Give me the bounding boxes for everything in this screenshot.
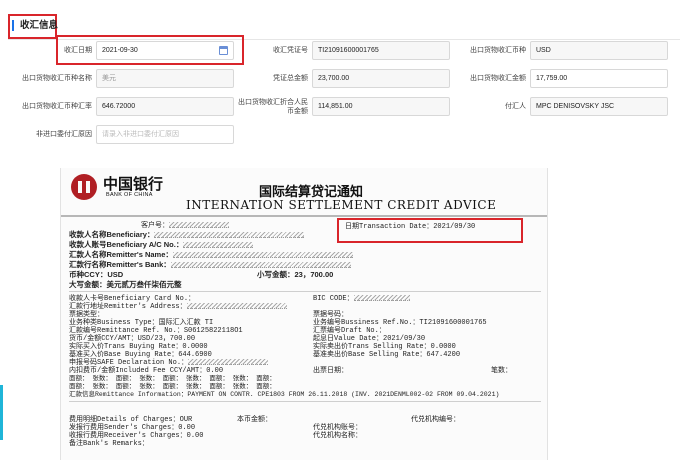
denomination-row-1: 面额： 张数： 面额： 张数： 面额： 张数： 面额： 张数： 面额： xyxy=(69,375,276,382)
remittance-ref-no: 汇款编号Remittance Ref. No.：S06125822118O1 xyxy=(69,327,243,335)
bank-name-cn: 中国银行 xyxy=(103,175,164,193)
rmb-amount-label: 出口货物收汇折合人民币金额 xyxy=(238,99,308,115)
customer-no: 客户号： xyxy=(141,222,229,230)
bank-of-china-logo-icon xyxy=(71,174,97,200)
agent-account: 代兑机构账号： xyxy=(313,424,362,432)
currency-amount: 货币/金额CCY/AMT：USD/23，700.00 xyxy=(69,335,196,343)
card-no: 收款人卡号Beneficiary Card No.： xyxy=(69,295,196,303)
base-selling-rate: 基准卖出价Base Selling Rate：647.4200 xyxy=(313,351,461,359)
beneficiary: 收款人名称Beneficiary： xyxy=(69,231,305,239)
highlight-box-transaction-date xyxy=(337,218,523,243)
agent-name: 代兑机构名称： xyxy=(313,432,362,440)
rmb-amount-field[interactable]: 114,851.00 xyxy=(312,97,450,116)
issue-date: 出票日期： xyxy=(313,367,348,375)
receiver-charges: 收报行费用Receiver's Charges：0.00 xyxy=(69,432,204,440)
currency-name-label: 出口货物收汇币种名称 xyxy=(22,75,92,82)
remittance-information: 汇款信息Remittance Information：PAYMENT ON CO… xyxy=(69,391,500,398)
sender-charges: 发报行费用Sender's Charges：0.00 xyxy=(69,424,196,432)
remitter-name: 汇款人名称Remitter's Name： xyxy=(69,251,353,259)
separator-2 xyxy=(69,401,541,402)
business-type: 业务种类Business Type：国际汇入汇款 TI xyxy=(69,319,214,327)
payer-label: 付汇人 xyxy=(505,103,526,110)
rate-field[interactable]: 646.72000 xyxy=(96,97,234,116)
voucher-total-field[interactable]: 23,700.00 xyxy=(312,69,450,88)
currency-ccy: 币种CCY：USD xyxy=(69,270,124,279)
beneficiary-account: 收款人账号Beneficiary A/C No.： xyxy=(69,241,254,249)
value-date: 起息日Value Date：2021/09/30 xyxy=(313,335,426,343)
bank-remarks: 备注Bank's Remarks： xyxy=(69,440,149,448)
bill-no: 票据号码： xyxy=(313,311,348,319)
voucher-no-label: 收汇凭证号 xyxy=(273,47,308,54)
bank-name-en: BANK OF CHINA xyxy=(106,192,153,198)
details-of-charges: 费用明细Details of Charges：OUR xyxy=(69,416,193,424)
export-amount-input[interactable]: 17,759.00 xyxy=(530,69,668,88)
credit-advice-document: 中国银行 BANK OF CHINA 国际结算贷记通知 INTERNATION … xyxy=(60,168,548,460)
bill-type: 票据类型： xyxy=(69,311,104,319)
non-remit-reason-label: 非进口委付汇原因 xyxy=(36,131,92,138)
document-rule xyxy=(61,215,547,217)
base-buying-rate: 基准买入价Base Buying Rate：644.6900 xyxy=(69,351,212,359)
remitter-address: 汇款行地址Remitter's Address： xyxy=(69,303,287,311)
non-remit-reason-input[interactable]: 请录入非进口委付汇原因 xyxy=(96,125,234,144)
remitter-bank: 汇款行名称Remitter's Bank： xyxy=(69,261,351,269)
safe-declaration-no: 申报号码SAFE Declaration No.： xyxy=(69,359,269,367)
amount-figures: 小写金额：23，700.00 xyxy=(257,270,334,279)
pen-count: 笔数： xyxy=(491,367,512,375)
agent-no: 代兑机构编号： xyxy=(411,416,460,424)
left-accent-bar xyxy=(0,385,3,440)
export-amount-label: 出口货物收汇金额 xyxy=(470,75,526,82)
included-fee: 内扣费币/金额Included Fee CCY/AMT：0.00 xyxy=(69,367,224,375)
section-title: 收汇信息 xyxy=(12,20,58,31)
trans-selling-rate: 实际卖出价Trans Selling Rate：0.0000 xyxy=(313,343,456,351)
bic-code: BIC CODE： xyxy=(313,295,410,303)
local-amount: 本币金额： xyxy=(237,416,272,424)
voucher-no-field[interactable]: TI21091600001765 xyxy=(312,41,450,60)
separator-1 xyxy=(69,291,541,292)
highlight-box-date xyxy=(56,35,244,65)
trans-buying-rate: 实际买入价Trans Buying Rate：0.0000 xyxy=(69,343,208,351)
voucher-total-label: 凭证总金额 xyxy=(273,75,308,82)
rate-label: 出口货物收汇币种汇率 xyxy=(22,103,92,110)
payer-field[interactable]: MPC DENISOVSKY JSC xyxy=(530,97,668,116)
draft-no: 汇票编号Draft No.： xyxy=(313,327,386,335)
currency-label: 出口货物收汇币种 xyxy=(470,47,526,54)
document-title-en: INTERNATION SETTLEMENT CREDIT ADVICE xyxy=(186,198,497,212)
denomination-row-2: 面额： 张数： 面额： 张数： 面额： 张数： 面额： 张数： 面额： xyxy=(69,383,276,390)
currency-name-field[interactable]: 美元 xyxy=(96,69,234,88)
currency-field[interactable]: USD xyxy=(530,41,668,60)
business-ref-no: 业务编号Bussiness Ref.No.：TI21091600001765 xyxy=(313,319,487,327)
amount-words: 大写金额：美元贰万叁仟柒佰元整 xyxy=(69,280,182,289)
